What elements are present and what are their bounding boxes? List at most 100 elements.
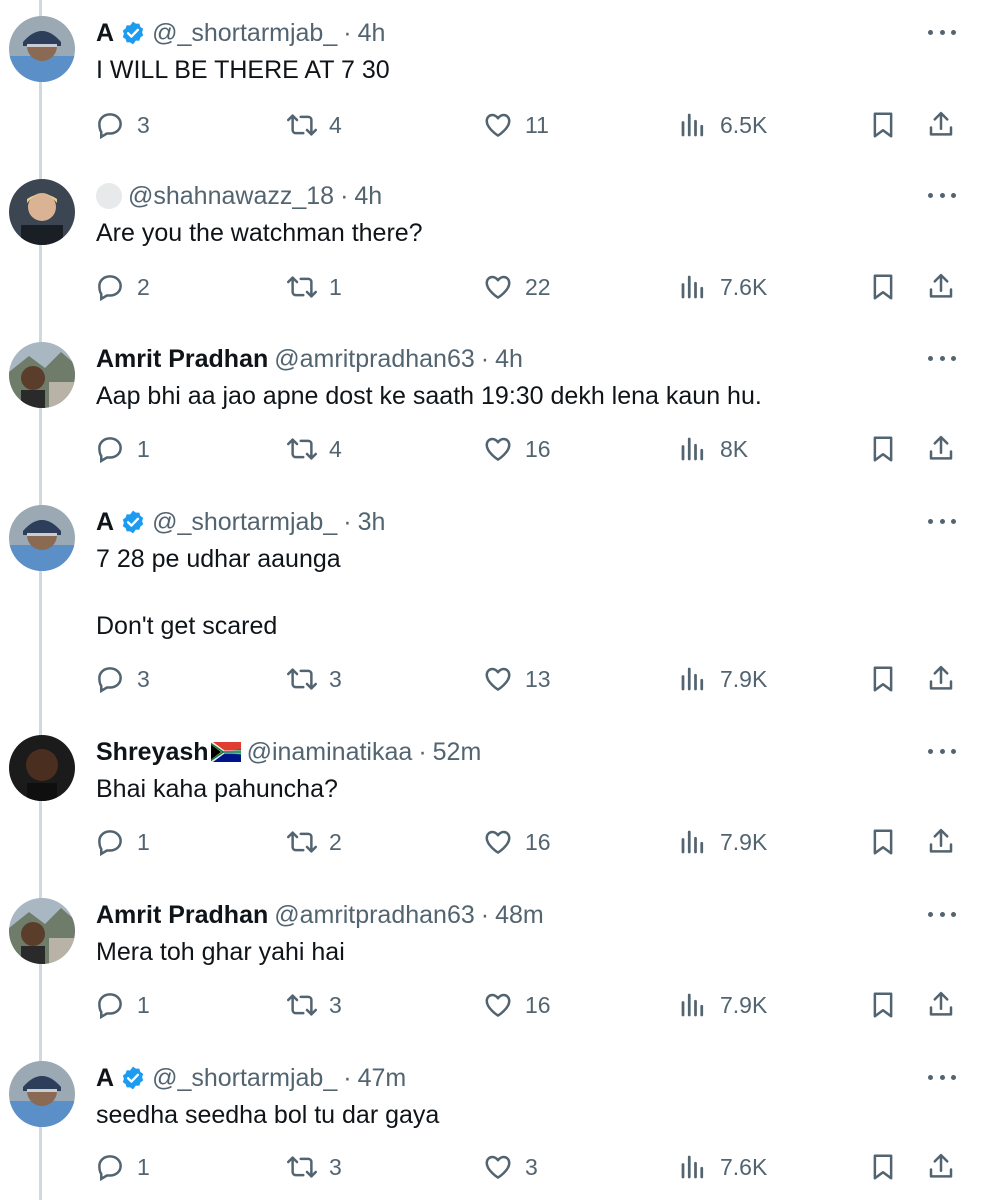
avatar[interactable] [9,342,75,408]
avatar[interactable] [9,505,75,571]
display-name[interactable]: Shreyash [96,738,209,767]
views-button[interactable]: 7.6K [678,1147,767,1187]
tweet-header: Amrit Pradhan @amritpradhan63 · 48m [96,899,544,931]
more-icon[interactable] [928,22,956,42]
display-name[interactable]: Amrit Pradhan [96,345,268,374]
reply-button[interactable]: 2 [95,267,150,307]
avatar[interactable] [9,898,75,964]
handle[interactable]: @_shortarmjab_ [152,19,337,48]
retweet-icon [287,438,317,460]
bookmark-button[interactable] [868,985,898,1025]
share-icon [929,1153,953,1178]
tweet[interactable]: Amrit Pradhan @amritpradhan63 · 4h Aap b… [0,326,983,489]
share-button[interactable] [926,429,956,469]
like-button[interactable]: 22 [483,267,551,307]
retweet-button[interactable]: 3 [287,659,342,699]
tweet-text: Bhai kaha pahuncha? [96,773,338,806]
like-count: 16 [525,828,551,855]
like-button[interactable]: 16 [483,429,551,469]
timestamp[interactable]: 4h [495,345,523,374]
timestamp[interactable]: 48m [495,901,544,930]
bookmark-button[interactable] [868,822,898,862]
retweet-button[interactable]: 3 [287,1147,342,1187]
handle[interactable]: @shahnawazz_18 [128,182,334,211]
reply-button[interactable]: 3 [95,105,150,145]
reply-icon [98,667,122,694]
like-button[interactable]: 13 [483,659,551,699]
avatar[interactable] [9,179,75,245]
views-button[interactable]: 7.9K [678,985,767,1025]
handle[interactable]: @amritpradhan63 [274,345,475,374]
share-icon [929,991,953,1016]
reply-button[interactable]: 1 [95,822,150,862]
handle[interactable]: @_shortarmjab_ [152,1064,337,1093]
views-button[interactable]: 7.9K [678,822,767,862]
avatar[interactable] [9,735,75,801]
tweet[interactable]: Shreyash @inaminatikaa · 52m Bhai kaha p… [0,719,983,882]
more-icon[interactable] [928,904,956,924]
views-button[interactable]: 8K [678,429,748,469]
display-name[interactable]: A [96,508,114,537]
share-icon [929,273,953,298]
reply-button[interactable]: 1 [95,985,150,1025]
display-name[interactable]: A [96,19,114,48]
reply-button[interactable]: 1 [95,1147,150,1187]
separator: · [418,737,427,766]
tweet[interactable]: A @_shortarmjab_ · 3h 7 28 pe udhar aaun… [0,489,983,719]
bookmark-button[interactable] [868,1147,898,1187]
views-button[interactable]: 7.6K [678,267,767,307]
avatar[interactable] [9,1061,75,1127]
avatar[interactable] [9,16,75,82]
bookmark-icon [873,112,893,138]
timestamp[interactable]: 4h [358,19,386,48]
share-button[interactable] [926,659,956,699]
separator: · [340,181,349,210]
reply-button[interactable]: 3 [95,659,150,699]
retweet-button[interactable]: 4 [287,105,342,145]
tweet[interactable]: @shahnawazz_18 · 4h Are you the watchman… [0,163,983,326]
bookmark-button[interactable] [868,429,898,469]
like-button[interactable]: 16 [483,822,551,862]
bookmark-button[interactable] [868,105,898,145]
tweet[interactable]: Amrit Pradhan @amritpradhan63 · 48m Mera… [0,882,983,1045]
tweet-text-line: I WILL BE THERE AT 7 30 [96,56,390,84]
handle[interactable]: @inaminatikaa [247,738,413,767]
like-button[interactable]: 11 [483,105,549,145]
tweet-actions: 1 3 3 7.6K [0,1147,983,1187]
share-button[interactable] [926,267,956,307]
more-icon[interactable] [928,1067,956,1087]
share-button[interactable] [926,1147,956,1187]
views-button[interactable]: 6.5K [678,105,767,145]
handle[interactable]: @amritpradhan63 [274,901,475,930]
like-button[interactable]: 3 [483,1147,538,1187]
display-name[interactable]: Amrit Pradhan [96,901,268,930]
more-icon[interactable] [928,511,956,531]
bookmark-icon [873,666,893,692]
reply-button[interactable]: 1 [95,429,150,469]
retweet-button[interactable]: 4 [287,429,342,469]
views-button[interactable]: 7.9K [678,659,767,699]
bookmark-button[interactable] [868,267,898,307]
timestamp[interactable]: 3h [358,508,386,537]
retweet-button[interactable]: 1 [287,267,342,307]
retweet-button[interactable]: 3 [287,985,342,1025]
share-button[interactable] [926,822,956,862]
tweet[interactable]: A @_shortarmjab_ · 4h I WILL BE THERE AT… [0,0,983,163]
timestamp[interactable]: 52m [433,738,482,767]
more-icon[interactable] [928,185,956,205]
display-name[interactable]: A [96,1064,114,1093]
verified-badge-icon [122,510,144,534]
retweet-button[interactable]: 2 [287,822,342,862]
tweet-text-line: Are you the watchman there? [96,219,423,247]
bookmark-button[interactable] [868,659,898,699]
share-button[interactable] [926,985,956,1025]
more-icon[interactable] [928,348,956,368]
timestamp[interactable]: 47m [358,1064,407,1093]
handle[interactable]: @_shortarmjab_ [152,508,337,537]
like-button[interactable]: 16 [483,985,551,1025]
like-count: 16 [525,435,551,462]
timestamp[interactable]: 4h [354,182,382,211]
tweet[interactable]: A @_shortarmjab_ · 47m seedha seedha bol… [0,1045,983,1200]
share-button[interactable] [926,105,956,145]
more-icon[interactable] [928,741,956,761]
